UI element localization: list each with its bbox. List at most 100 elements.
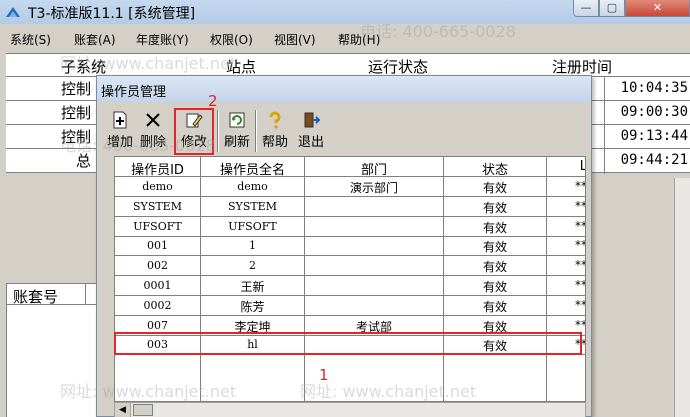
column-header-status[interactable]: 状态	[444, 159, 546, 178]
column-divider	[443, 157, 444, 401]
grid-header: 操作员ID 操作员全名 部门 状态 L	[115, 157, 585, 178]
column-header-name[interactable]: 操作员全名	[201, 159, 304, 178]
cell-name: 陈芳	[240, 299, 265, 314]
help-icon	[269, 111, 281, 129]
cell-extra: **	[575, 278, 586, 292]
cell-id: 007	[147, 318, 168, 332]
operator-row[interactable]: SYSTEM SYSTEM 有效 **	[115, 197, 586, 217]
operator-toolbar: 增加 删除 修改 刷新 帮助 退出 2	[103, 92, 587, 156]
title-bar: T3-标准版11.1 [系统管理] — ▢ ✕	[0, 0, 690, 24]
delete-button[interactable]: 删除	[137, 109, 169, 153]
exit-icon	[304, 112, 320, 128]
column-divider	[200, 157, 201, 401]
operator-row[interactable]: 001 1 有效 **	[115, 236, 586, 257]
menu-system[interactable]: 系统(S)	[10, 31, 51, 48]
subsystem-cell[interactable]: 控制	[61, 78, 91, 99]
subsystem-cell[interactable]: 控制	[61, 102, 91, 123]
selected-row-highlight-box	[114, 332, 582, 355]
operator-management-dialog: 操作员管理 增加 删除 修改 刷新 帮助 退出 2 操作员ID 操作员全名 部门…	[96, 75, 592, 417]
callout-step-2: 2	[208, 92, 218, 110]
cell-extra: **	[575, 218, 586, 233]
reg-time-cell: 09:13:44	[620, 128, 688, 144]
cell-name: 王新	[240, 280, 265, 294]
help-label: 帮助	[261, 135, 288, 150]
refresh-label: 刷新	[223, 135, 250, 150]
app-logo-icon	[6, 7, 20, 17]
cell-name: 1	[249, 239, 256, 253]
refresh-button[interactable]: 刷新	[221, 109, 253, 153]
toolbar-separator	[255, 110, 257, 152]
menu-account[interactable]: 账套(A)	[74, 31, 116, 48]
cell-id: 0002	[143, 298, 172, 312]
account-list[interactable]	[6, 305, 100, 417]
add-label: 增加	[106, 135, 133, 150]
add-button[interactable]: 增加	[105, 109, 135, 153]
exit-label: 退出	[297, 135, 324, 150]
operator-row[interactable]: 0001 王新 有效 **	[115, 276, 586, 296]
reg-time-cell: 09:00:30	[620, 104, 688, 120]
delete-icon	[146, 113, 160, 127]
header-status: 运行状态	[368, 58, 429, 76]
account-number-label: 账套号	[13, 288, 59, 306]
minimize-button[interactable]: —	[573, 0, 599, 17]
operator-grid: 操作员ID 操作员全名 部门 状态 L demodemo演示部门有效**SYST…	[114, 156, 586, 402]
cell-id: 002	[147, 259, 168, 273]
cell-extra: **	[575, 198, 586, 213]
menu-view[interactable]: 视图(V)	[274, 31, 316, 48]
scroll-left-arrow-icon[interactable]: ◀	[115, 403, 131, 417]
cell-extra: **	[575, 179, 586, 193]
header-site: 站点	[226, 58, 257, 76]
maximize-button[interactable]: ▢	[599, 0, 625, 17]
column-divider	[304, 157, 305, 401]
cell-status: 有效	[482, 280, 507, 294]
menu-help[interactable]: 帮助(H)	[338, 31, 380, 48]
cell-id: 0001	[143, 279, 172, 292]
menu-year-account[interactable]: 年度账(Y)	[136, 31, 189, 48]
operator-row[interactable]: UFSOFT UFSOFT 有效 **	[115, 217, 586, 237]
cell-status: 有效	[482, 181, 507, 195]
cell-status: 有效	[482, 200, 507, 215]
cell-status: 有效	[482, 260, 507, 275]
header-reg-time: 注册时间	[552, 58, 613, 76]
cell-extra: **	[575, 317, 586, 332]
cell-extra: **	[575, 238, 586, 253]
cell-name: 2	[249, 259, 256, 273]
cell-extra: **	[575, 258, 586, 273]
column-header-dept[interactable]: 部门	[305, 159, 443, 178]
cell-status: 有效	[482, 299, 507, 314]
cell-name: SYSTEM	[228, 199, 277, 213]
operator-row[interactable]: demo demo 演示部门 有效 **	[115, 177, 586, 197]
cell-extra: **	[575, 297, 586, 312]
help-button[interactable]: 帮助	[259, 109, 291, 153]
exit-button[interactable]: 退出	[295, 109, 327, 153]
main-vertical-scrollbar[interactable]	[674, 178, 690, 417]
menu-bar: 系统(S) 账套(A) 年度账(Y) 权限(O) 视图(V) 帮助(H)	[0, 28, 690, 49]
scroll-thumb[interactable]	[133, 404, 153, 416]
cell-name: demo	[237, 180, 268, 193]
subsystem-cell[interactable]: 控制	[61, 126, 91, 147]
account-number-header[interactable]: 账套号	[6, 283, 86, 306]
toolbar-separator	[217, 110, 219, 152]
subsystem-cell[interactable]: 总	[76, 150, 91, 171]
close-button[interactable]: ✕	[625, 0, 690, 17]
operator-row[interactable]: 002 2 有效 **	[115, 256, 586, 277]
cell-status: 有效	[482, 240, 507, 255]
column-divider	[604, 76, 605, 174]
add-icon	[113, 111, 127, 129]
cell-id: UFSOFT	[133, 219, 182, 233]
column-header-extra[interactable]: L	[547, 159, 585, 174]
column-header-id[interactable]: 操作员ID	[115, 159, 200, 178]
operator-row[interactable]: 0002 陈芳 有效 **	[115, 296, 586, 316]
dialog-title: 操作员管理	[101, 85, 167, 100]
cell-status: 有效	[482, 220, 507, 235]
cell-dept: 演示部门	[349, 181, 398, 195]
grid-horizontal-scrollbar[interactable]: ◀	[114, 402, 586, 417]
dialog-title-bar[interactable]: 操作员管理	[97, 76, 591, 102]
cell-id: SYSTEM	[133, 199, 182, 213]
cell-id: 001	[147, 239, 168, 253]
column-divider	[546, 157, 547, 401]
menu-permission[interactable]: 权限(O)	[210, 31, 253, 48]
callout-step-1: 1	[319, 366, 329, 384]
window-title: T3-标准版11.1 [系统管理]	[28, 6, 196, 22]
modify-highlight-box	[174, 108, 214, 155]
